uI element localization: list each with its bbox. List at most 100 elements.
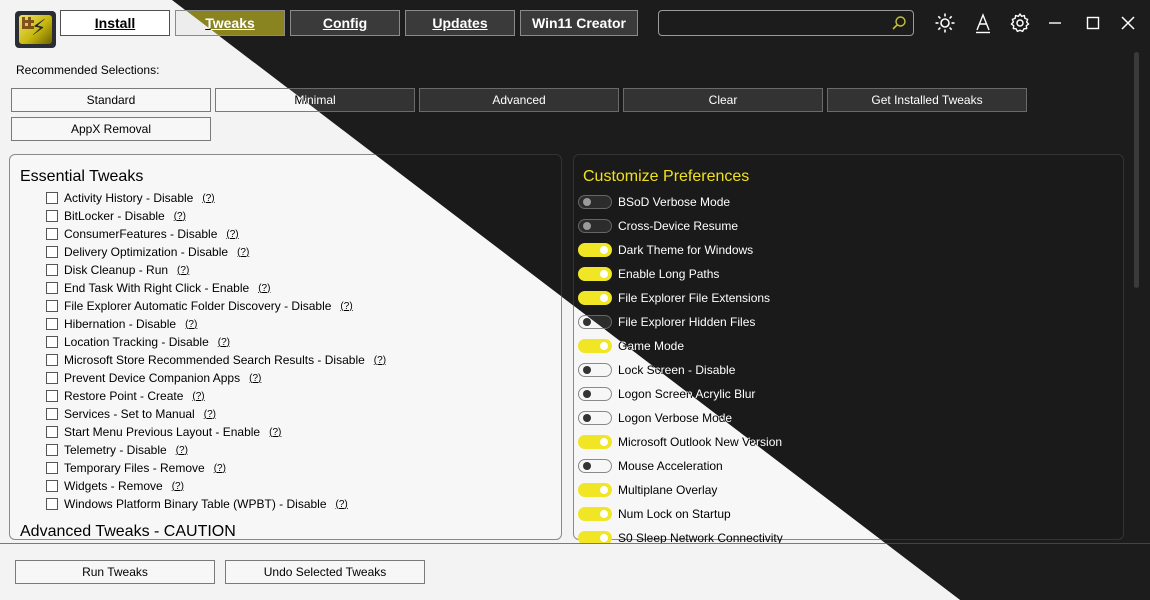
tweak-label[interactable]: Widgets - Remove [64,479,163,493]
tweak-row[interactable]: File Explorer Automatic Folder Discovery… [46,297,353,315]
help-link[interactable]: (?) [176,445,188,456]
help-link[interactable]: (?) [177,265,189,276]
tweak-checkbox[interactable] [46,426,58,438]
tweak-checkbox[interactable] [46,444,58,456]
help-link[interactable]: (?) [174,211,186,222]
help-link[interactable]: (?) [214,463,226,474]
tweak-label[interactable]: Restore Point - Create [64,389,183,403]
window-scrollbar[interactable] [1134,52,1139,288]
preference-row[interactable]: Dark Theme for Windows [578,240,753,260]
settings-gear-icon[interactable] [1009,12,1031,34]
tweak-row[interactable]: Disk Cleanup - Run (?) [46,261,189,279]
tweak-checkbox[interactable] [46,336,58,348]
tweak-row[interactable]: ConsumerFeatures - Disable (?) [46,225,239,243]
help-link[interactable]: (?) [226,229,238,240]
preset-standard-button[interactable]: Standard [11,88,211,112]
tweak-row[interactable]: Location Tracking - Disable (?) [46,333,230,351]
preference-toggle[interactable] [578,483,612,497]
tweak-row[interactable]: Activity History - Disable (?) [46,189,215,207]
search-input[interactable] [663,13,887,35]
help-link[interactable]: (?) [374,355,386,366]
preference-row[interactable]: Multiplane Overlay [578,480,717,500]
tweak-row[interactable]: Restore Point - Create (?) [46,387,205,405]
tweak-checkbox[interactable] [46,264,58,276]
help-link[interactable]: (?) [192,391,204,402]
tweak-row[interactable]: Delivery Optimization - Disable (?) [46,243,249,261]
search-box[interactable] [658,10,914,36]
tweak-row[interactable]: Services - Set to Manual (?) [46,405,216,423]
preference-toggle[interactable] [578,411,612,425]
tweak-label[interactable]: Location Tracking - Disable [64,335,209,349]
tweak-label[interactable]: Microsoft Store Recommended Search Resul… [64,353,365,367]
theme-toggle-sun-icon[interactable] [934,12,956,34]
maximize-icon[interactable] [1082,12,1104,34]
help-link[interactable]: (?) [249,373,261,384]
tweak-label[interactable]: Services - Set to Manual [64,407,195,421]
preference-row[interactable]: Logon Verbose Mode [578,408,732,428]
tweak-label[interactable]: Hibernation - Disable [64,317,176,331]
tweak-checkbox[interactable] [46,228,58,240]
preference-row[interactable]: Mouse Acceleration [578,456,723,476]
preference-toggle[interactable] [578,435,612,449]
preference-toggle[interactable] [578,195,612,209]
tweak-label[interactable]: Windows Platform Binary Table (WPBT) - D… [64,497,327,511]
preference-toggle[interactable] [578,363,612,377]
help-link[interactable]: (?) [218,337,230,348]
tweak-row[interactable]: Prevent Device Companion Apps (?) [46,369,261,387]
tweak-label[interactable]: Start Menu Previous Layout - Enable [64,425,260,439]
preference-toggle[interactable] [578,219,612,233]
tweak-label[interactable]: Telemetry - Disable [64,443,167,457]
tweak-label[interactable]: Prevent Device Companion Apps [64,371,240,385]
preference-row[interactable]: File Explorer File Extensions [578,288,770,308]
preset-get-installed-tweaks-button[interactable]: Get Installed Tweaks [827,88,1027,112]
tweak-checkbox[interactable] [46,210,58,222]
help-link[interactable]: (?) [172,481,184,492]
preference-row[interactable]: Enable Long Paths [578,264,719,284]
tweak-row[interactable]: Start Menu Previous Layout - Enable (?) [46,423,281,441]
tweak-checkbox[interactable] [46,408,58,420]
help-link[interactable]: (?) [269,427,281,438]
preference-row[interactable]: Cross-Device Resume [578,216,738,236]
tweak-checkbox[interactable] [46,390,58,402]
tweak-label[interactable]: Delivery Optimization - Disable [64,245,228,259]
preference-toggle[interactable] [578,387,612,401]
preference-row[interactable]: Num Lock on Startup [578,504,731,524]
search-icon[interactable] [891,15,907,31]
tweak-label[interactable]: File Explorer Automatic Folder Discovery… [64,299,331,313]
tweak-row[interactable]: Temporary Files - Remove (?) [46,459,226,477]
preset-clear-button[interactable]: Clear [623,88,823,112]
help-link[interactable]: (?) [185,319,197,330]
help-link[interactable]: (?) [258,283,270,294]
font-size-icon[interactable] [972,12,994,34]
tweak-label[interactable]: BitLocker - Disable [64,209,165,223]
tweak-checkbox[interactable] [46,246,58,258]
tweak-row[interactable]: Widgets - Remove (?) [46,477,184,495]
preset-appx-removal-button[interactable]: AppX Removal [11,117,211,141]
help-link[interactable]: (?) [237,247,249,258]
preference-toggle[interactable] [578,339,612,353]
undo-selected-tweaks-button[interactable]: Undo Selected Tweaks [225,560,425,584]
tweak-label[interactable]: Disk Cleanup - Run [64,263,168,277]
tweak-checkbox[interactable] [46,282,58,294]
preference-toggle[interactable] [578,291,612,305]
tweak-row[interactable]: Hibernation - Disable (?) [46,315,197,333]
help-link[interactable]: (?) [202,193,214,204]
tweak-label[interactable]: ConsumerFeatures - Disable [64,227,217,241]
run-tweaks-button[interactable]: Run Tweaks [15,560,215,584]
tweak-checkbox[interactable] [46,498,58,510]
preset-advanced-button[interactable]: Advanced [419,88,619,112]
tweak-checkbox[interactable] [46,354,58,366]
tweak-label[interactable]: End Task With Right Click - Enable [64,281,249,295]
preference-toggle[interactable] [578,507,612,521]
preference-toggle[interactable] [578,267,612,281]
close-icon[interactable] [1117,12,1139,34]
tweak-row[interactable]: End Task With Right Click - Enable (?) [46,279,270,297]
tweak-row[interactable]: Microsoft Store Recommended Search Resul… [46,351,386,369]
help-link[interactable]: (?) [340,301,352,312]
tweak-checkbox[interactable] [46,372,58,384]
tweak-checkbox[interactable] [46,192,58,204]
preference-row[interactable]: File Explorer Hidden Files [578,312,755,332]
tweak-row[interactable]: Telemetry - Disable (?) [46,441,188,459]
preference-toggle[interactable] [578,459,612,473]
tweak-checkbox[interactable] [46,462,58,474]
